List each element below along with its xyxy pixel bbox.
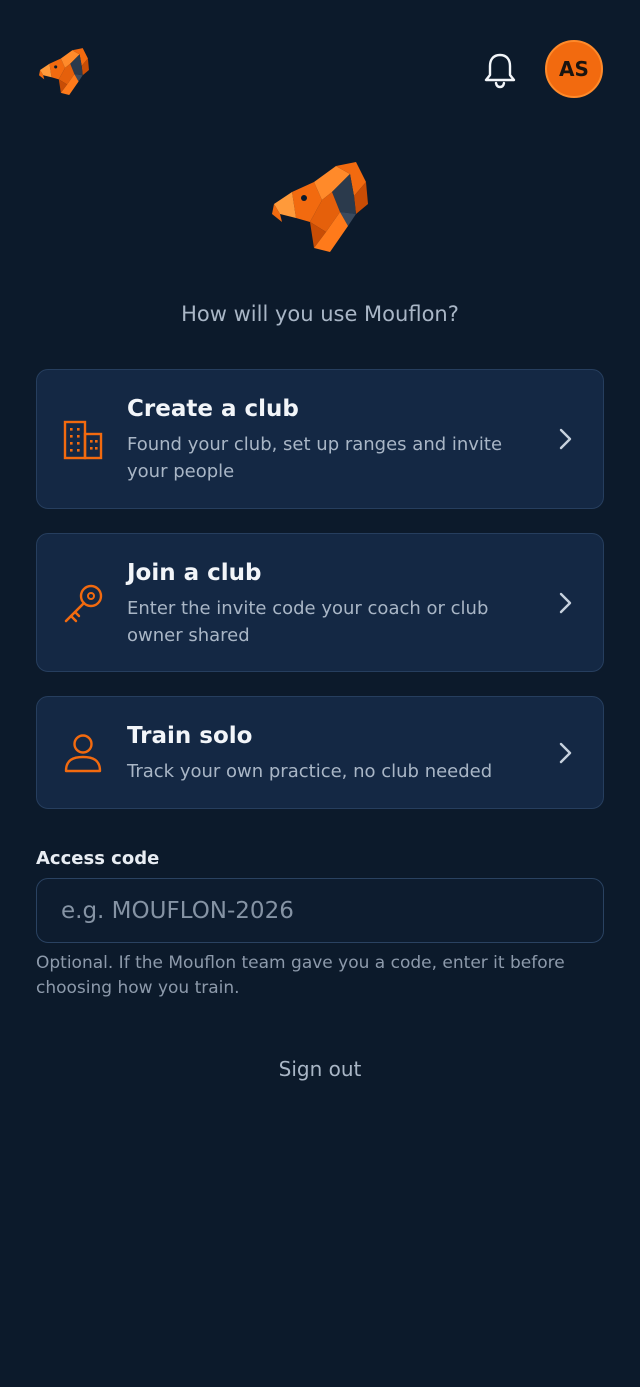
user-avatar[interactable]: AS xyxy=(545,40,603,98)
ram-logo-icon xyxy=(272,162,368,252)
ram-logo-icon xyxy=(39,48,89,95)
chevron-right-icon xyxy=(559,428,572,450)
top-bar: AS xyxy=(0,0,640,140)
card-description: Enter the invite code your coach or club… xyxy=(127,598,489,646)
train-solo-card[interactable]: Train solo Track your own practice, no c… xyxy=(36,696,604,809)
card-description: Track your own practice, no club needed xyxy=(127,761,493,782)
onboarding-question: How will you use Mouflon? xyxy=(181,302,459,326)
user-icon xyxy=(64,734,102,773)
create-club-card[interactable]: Create a club Found your club, set up ra… xyxy=(36,369,604,509)
card-title: Join a club xyxy=(127,560,262,586)
card-title: Create a club xyxy=(127,396,299,422)
sign-out-button[interactable]: Sign out xyxy=(0,1057,640,1081)
chevron-right-icon xyxy=(559,592,572,614)
access-code-label: Access code xyxy=(36,848,160,869)
building-icon xyxy=(63,420,103,460)
card-description: Found your club, set up ranges and invit… xyxy=(127,434,503,482)
access-code-help-text: Optional. If the Mouflon team gave you a… xyxy=(36,953,565,998)
access-code-input[interactable] xyxy=(36,878,604,943)
chevron-right-icon xyxy=(559,742,572,764)
card-title: Train solo xyxy=(127,723,253,749)
bell-icon[interactable] xyxy=(482,50,518,90)
key-icon xyxy=(64,584,103,623)
join-club-card[interactable]: Join a club Enter the invite code your c… xyxy=(36,533,604,672)
